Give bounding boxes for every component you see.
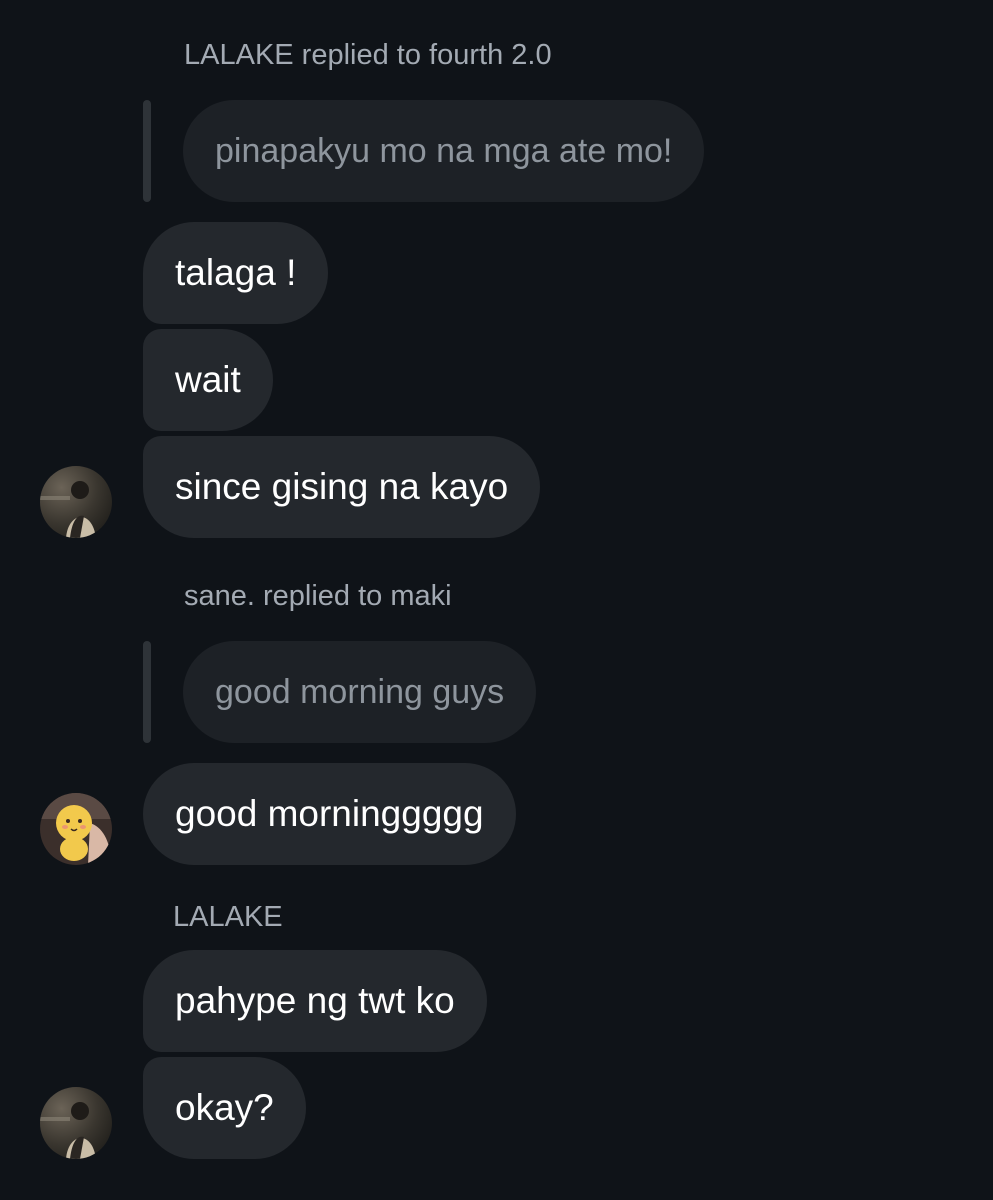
reply-header: sane. replied to maki xyxy=(184,580,452,612)
quoted-message[interactable]: good morning guys xyxy=(183,641,537,743)
sender-avatar-sane[interactable] xyxy=(40,793,112,865)
sender-avatar-lalake[interactable] xyxy=(40,466,112,538)
person-photo-avatar-icon xyxy=(40,466,112,538)
reply-indicator-bar xyxy=(143,100,151,202)
sender-avatar-lalake[interactable] xyxy=(40,1087,112,1159)
message-bubble[interactable]: pahype ng twt ko xyxy=(143,950,487,1052)
person-photo-avatar-icon xyxy=(40,1087,112,1159)
quoted-message[interactable]: pinapakyu mo na mga ate mo! xyxy=(183,100,705,202)
message-bubble[interactable]: since gising na kayo xyxy=(143,436,541,538)
message-bubble[interactable]: okay? xyxy=(143,1057,306,1159)
plush-toy-photo-avatar-icon xyxy=(40,793,112,865)
message-bubble[interactable]: good morninggggg xyxy=(143,763,516,865)
message-bubble[interactable]: wait xyxy=(143,329,273,431)
reply-indicator-bar xyxy=(143,641,151,743)
reply-header: LALAKE replied to fourth 2.0 xyxy=(184,39,552,71)
message-bubble[interactable]: talaga ! xyxy=(143,222,329,324)
sender-name: LALAKE xyxy=(173,901,283,933)
